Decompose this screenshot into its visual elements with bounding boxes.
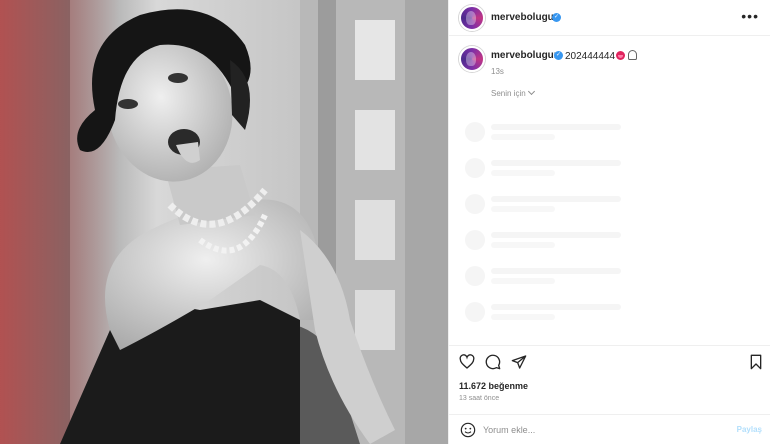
verified-badge-icon: ✓	[554, 51, 563, 60]
smiley-icon[interactable]	[460, 422, 476, 438]
comment-loading-placeholder	[449, 192, 770, 216]
post-header: mervebolugur ✓ •••	[449, 0, 770, 36]
post-comment-button[interactable]: Paylaş	[737, 425, 762, 434]
header-username[interactable]: mervebolugur	[491, 12, 558, 23]
comment-loading-placeholder	[449, 264, 770, 288]
caption-text-container: 202444444	[565, 50, 638, 62]
comment-input[interactable]	[483, 421, 723, 439]
ghost-emoji-icon	[628, 50, 638, 60]
comment-loading-placeholder	[449, 228, 770, 252]
post-photo-illustration	[0, 0, 448, 444]
comment-loading-placeholder	[449, 156, 770, 180]
post-detail-panel: mervebolugur ✓ ••• mervebolugur ✓ 202444…	[448, 0, 770, 444]
caption-timestamp[interactable]: 13s	[491, 67, 504, 76]
post-actions	[449, 345, 770, 379]
caption-username[interactable]: mervebolugur	[491, 50, 558, 61]
caption: mervebolugur ✓ 202444444 13s	[449, 40, 770, 80]
translation-toggle[interactable]: Senin için	[491, 87, 535, 98]
chevron-down-icon	[527, 87, 535, 96]
comment-loading-placeholder	[449, 300, 770, 324]
avatar[interactable]	[459, 5, 485, 31]
translation-label: Senin için	[491, 89, 526, 98]
heart-icon[interactable]	[459, 354, 475, 370]
caption-avatar[interactable]	[459, 46, 485, 72]
more-options-icon[interactable]: •••	[741, 8, 759, 24]
verified-badge-icon: ✓	[552, 13, 561, 22]
comment-composer: Paylaş	[449, 414, 770, 444]
tongue-emoji-icon	[616, 51, 626, 60]
comment-loading-placeholder	[449, 120, 770, 144]
post-timestamp: 13 saat önce	[459, 395, 500, 402]
bookmark-icon[interactable]	[749, 354, 763, 370]
caption-text: 202444444	[565, 51, 616, 62]
send-icon[interactable]	[511, 354, 527, 370]
likes-count[interactable]: 11.672 beğenme	[459, 381, 528, 391]
post-photo[interactable]	[0, 0, 448, 444]
comment-icon[interactable]	[485, 354, 501, 370]
